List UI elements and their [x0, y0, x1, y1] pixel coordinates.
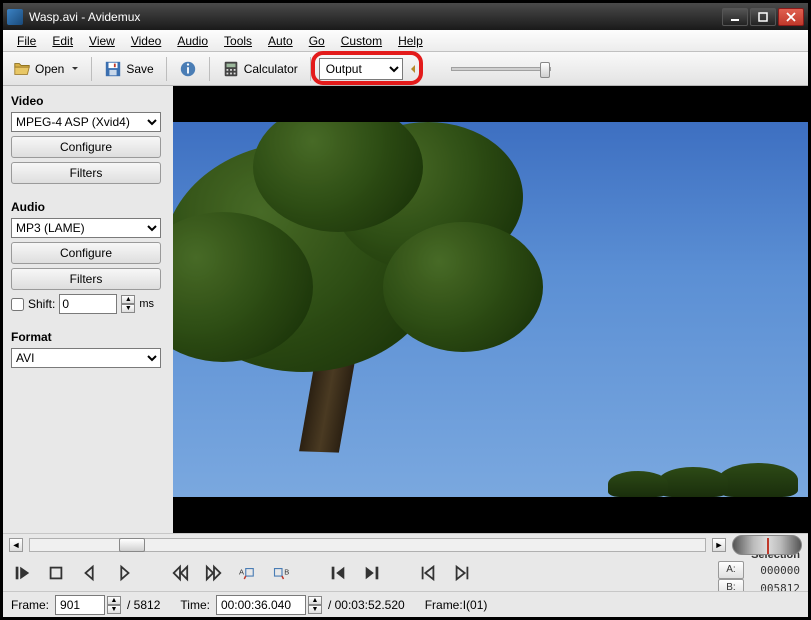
shift-spinner[interactable]: ▲▼	[121, 295, 135, 313]
timeline-row: ◄ ►	[3, 533, 808, 555]
mark-a-button[interactable]: A	[237, 562, 259, 584]
time-spinner[interactable]: ▲▼	[308, 596, 322, 614]
video-preview	[173, 86, 808, 533]
play-button[interactable]	[11, 562, 33, 584]
slider-thumb[interactable]	[540, 62, 550, 78]
open-label: Open	[35, 62, 64, 76]
menu-file[interactable]: File	[9, 32, 44, 50]
time-input[interactable]: 00:00:36.040	[216, 595, 306, 615]
rewind-button[interactable]	[169, 562, 191, 584]
info-button[interactable]	[175, 56, 201, 82]
video-filters-button[interactable]: Filters	[11, 162, 161, 184]
folder-open-icon	[13, 60, 31, 78]
menu-go[interactable]: Go	[301, 32, 333, 50]
video-frame-image	[173, 122, 808, 497]
toolbar-separator	[310, 57, 311, 81]
output-preview-group: Output	[319, 58, 425, 80]
toolbar-separator	[91, 57, 92, 81]
video-section-label: Video	[11, 94, 167, 108]
menu-edit[interactable]: Edit	[44, 32, 81, 50]
output-preview-select[interactable]: Output	[319, 58, 403, 80]
stop-button[interactable]	[45, 562, 67, 584]
goto-start-button[interactable]	[327, 562, 349, 584]
toolbar-separator	[209, 57, 210, 81]
volume-slider[interactable]	[451, 67, 551, 71]
selection-a-value: 000000	[748, 564, 800, 577]
tree-graphic	[173, 122, 553, 442]
mark-b-button[interactable]: B	[271, 562, 293, 584]
video-configure-button[interactable]: Configure	[11, 136, 161, 158]
fast-forward-button[interactable]	[203, 562, 225, 584]
frame-label: Frame:	[11, 598, 49, 612]
close-button[interactable]	[778, 8, 804, 26]
save-label: Save	[126, 62, 153, 76]
transport-bar: A B Selection A: 000000 B: 005812	[3, 555, 808, 591]
calculator-label: Calculator	[244, 62, 298, 76]
ms-label: ms	[139, 298, 154, 310]
window-title: Wasp.avi - Avidemux	[29, 10, 722, 24]
calculator-icon	[222, 60, 240, 78]
prev-frame-button[interactable]	[79, 562, 101, 584]
menu-custom[interactable]: Custom	[333, 32, 390, 50]
format-select[interactable]: AVI	[11, 348, 161, 368]
format-section-label: Format	[11, 330, 167, 344]
jog-wheel[interactable]	[732, 535, 802, 555]
selection-a-button[interactable]: A:	[718, 561, 744, 579]
menu-audio[interactable]: Audio	[169, 32, 216, 50]
shift-checkbox[interactable]	[11, 298, 24, 311]
app-icon	[7, 9, 23, 25]
selection-panel: Selection A: 000000 B: 005812	[718, 549, 800, 597]
menu-view[interactable]: View	[81, 32, 123, 50]
maximize-button[interactable]	[750, 8, 776, 26]
video-codec-select[interactable]: MPEG-4 ASP (Xvid4)	[11, 112, 161, 132]
frame-total: / 5812	[127, 598, 160, 612]
prev-keyframe-button[interactable]	[417, 562, 439, 584]
calculator-button[interactable]: Calculator	[218, 56, 302, 82]
next-frame-button[interactable]	[113, 562, 135, 584]
menu-help[interactable]: Help	[390, 32, 431, 50]
floppy-save-icon	[104, 60, 122, 78]
app-window: Wasp.avi - Avidemux File Edit View Video…	[0, 0, 811, 620]
expand-icon[interactable]	[409, 61, 425, 77]
toolbar-separator	[166, 57, 167, 81]
titlebar: Wasp.avi - Avidemux	[3, 3, 808, 30]
background-trees	[578, 457, 798, 497]
statusbar: Frame: 901 ▲▼ / 5812 Time: 00:00:36.040 …	[3, 591, 808, 617]
time-label: Time:	[180, 598, 210, 612]
next-keyframe-button[interactable]	[451, 562, 473, 584]
letterbox-top	[173, 86, 808, 122]
info-icon	[179, 60, 197, 78]
save-button[interactable]: Save	[100, 56, 157, 82]
menu-auto[interactable]: Auto	[260, 32, 301, 50]
toolbar: Open Save Calculator Output	[3, 52, 808, 86]
svg-text:B: B	[284, 568, 289, 577]
frame-type: Frame:I(01)	[425, 598, 488, 612]
audio-codec-select[interactable]: MP3 (LAME)	[11, 218, 161, 238]
shift-input[interactable]	[59, 294, 117, 314]
goto-end-button[interactable]	[361, 562, 383, 584]
svg-text:A: A	[239, 568, 244, 577]
sidebar: Video MPEG-4 ASP (Xvid4) Configure Filte…	[3, 86, 173, 533]
menubar: File Edit View Video Audio Tools Auto Go…	[3, 30, 808, 52]
chevron-down-icon	[71, 65, 79, 73]
timeline-thumb[interactable]	[119, 538, 145, 552]
timeline-step-back[interactable]: ◄	[9, 538, 23, 552]
audio-filters-button[interactable]: Filters	[11, 268, 161, 290]
menu-tools[interactable]: Tools	[216, 32, 260, 50]
shift-label: Shift:	[28, 297, 55, 311]
frame-spinner[interactable]: ▲▼	[107, 596, 121, 614]
letterbox-bottom	[173, 497, 808, 533]
audio-configure-button[interactable]: Configure	[11, 242, 161, 264]
frame-input[interactable]: 901	[55, 595, 105, 615]
timeline-track[interactable]	[29, 538, 706, 552]
open-button[interactable]: Open	[9, 56, 83, 82]
audio-section-label: Audio	[11, 200, 167, 214]
minimize-button[interactable]	[722, 8, 748, 26]
time-total: / 00:03:52.520	[328, 598, 405, 612]
menu-video[interactable]: Video	[123, 32, 169, 50]
